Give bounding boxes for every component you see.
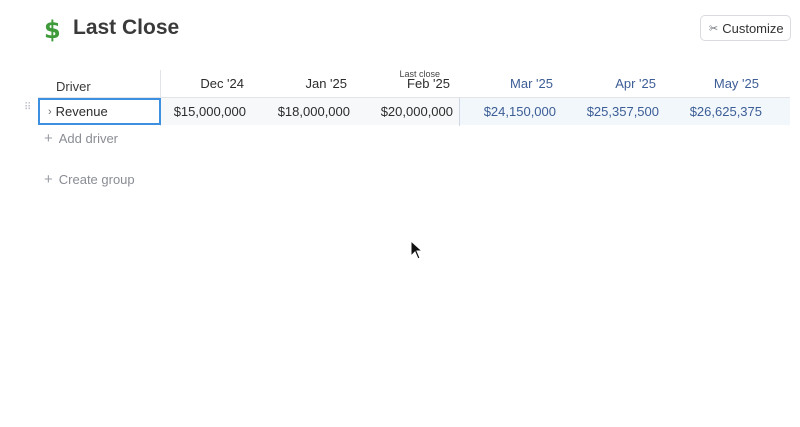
value-cell-jan[interactable]: $18,000,000 (246, 98, 350, 125)
column-header-jan[interactable]: Jan '25 (244, 62, 347, 97)
driver-cell-revenue[interactable]: › Revenue (38, 98, 161, 125)
column-header-dec[interactable]: Dec '24 (161, 62, 244, 97)
table-row-revenue: ⠿ › Revenue $15,000,000 $18,000,000 $20,… (24, 98, 790, 125)
chevron-right-icon[interactable]: › (48, 106, 52, 118)
scissors-icon: ✂ (709, 22, 719, 35)
drag-handle-icon[interactable]: ⠿ (24, 103, 32, 117)
customize-label: Customize (722, 20, 784, 36)
column-header-feb[interactable]: Last close Feb '25 (347, 62, 450, 97)
plus-icon: + (44, 171, 53, 188)
column-header-apr[interactable]: Apr '25 (553, 62, 656, 97)
value-cell-mar[interactable]: $24,150,000 (453, 98, 556, 125)
last-close-divider (459, 98, 460, 126)
value-cell-may[interactable]: $26,625,375 (659, 98, 762, 125)
value-cell-feb[interactable]: $20,000,000 (350, 98, 453, 125)
create-group-button[interactable]: + Create group (44, 171, 135, 188)
page-title: Last Close (73, 16, 180, 39)
dollar-icon: $ (44, 16, 61, 44)
driver-name: Revenue (55, 104, 108, 119)
add-driver-button[interactable]: + Add driver (44, 130, 118, 147)
plus-icon: + (44, 130, 53, 147)
value-cell-apr[interactable]: $25,357,500 (556, 98, 659, 125)
customize-button[interactable]: ✂ Customize (700, 15, 791, 41)
mouse-cursor-icon (410, 240, 424, 260)
column-header-mar[interactable]: Mar '25 (450, 62, 553, 97)
value-cell-dec[interactable]: $15,000,000 (161, 98, 246, 125)
page-header: $ Last Close ✂ Customize (0, 0, 800, 60)
column-header-may[interactable]: May '25 (656, 62, 759, 97)
driver-column-header: Driver (56, 79, 91, 94)
